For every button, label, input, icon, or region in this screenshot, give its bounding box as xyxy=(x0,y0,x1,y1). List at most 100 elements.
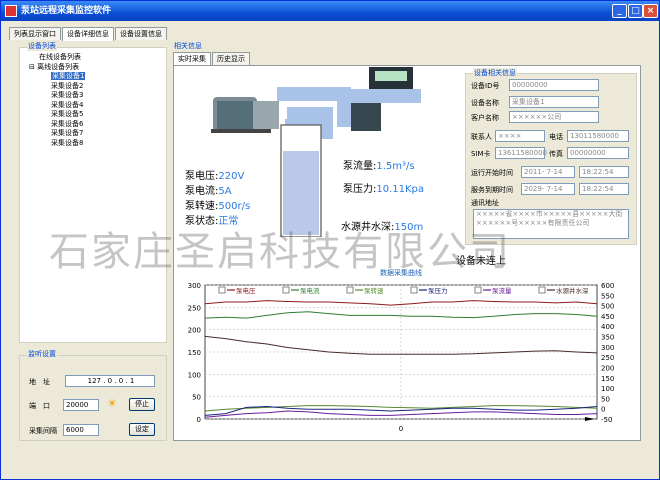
y-tick-right: 0 xyxy=(601,406,605,414)
tree-device-8[interactable]: 采集设备8 xyxy=(29,139,85,149)
tree-device-6[interactable]: 采集设备6 xyxy=(29,120,85,130)
flow-meter-display xyxy=(375,71,407,81)
sim-field[interactable]: 13611580000 xyxy=(495,147,547,159)
pipe-mid xyxy=(287,107,333,119)
sun-icon: ☀ xyxy=(107,397,117,410)
tree-device-4[interactable]: 采集设备4 xyxy=(29,101,85,111)
app-icon xyxy=(5,5,17,17)
y-tick-right: 450 xyxy=(601,313,614,321)
tree-online[interactable]: 在线设备列表 xyxy=(29,53,85,63)
legend-label: 泵转速 xyxy=(364,286,384,295)
tab-device-detail[interactable]: 设备详细信息 xyxy=(62,27,114,41)
current-label: 泵电流: xyxy=(185,186,219,197)
app-window: 泵站远程采集监控软件 _ □ × 列表显示窗口 设备详细信息 设备设置信息 设备… xyxy=(0,0,660,480)
y-tick-right: 50 xyxy=(601,395,610,403)
legend-checkbox xyxy=(218,286,226,294)
y-tick-right: -50 xyxy=(601,416,612,424)
y-tick-right: 500 xyxy=(601,303,614,311)
service-end-date[interactable]: 2029- 7-14 xyxy=(521,183,575,195)
minimize-icon[interactable]: _ xyxy=(612,4,627,18)
legend-checkbox xyxy=(474,286,482,294)
y-tick-right: 400 xyxy=(601,323,614,331)
contact-field[interactable]: ×××× xyxy=(495,130,545,142)
interval-label: 采集间隔 xyxy=(29,427,57,435)
tree-device-7[interactable]: 采集设备7 xyxy=(29,129,85,139)
main-tabs: 列表显示窗口 设备详细信息 设备设置信息 xyxy=(9,27,168,41)
service-end-time[interactable]: 18:22:54 xyxy=(579,183,629,195)
fax-label: 传真 xyxy=(549,150,563,158)
tree-offline[interactable]: 离线设备列表 xyxy=(37,63,79,71)
y-tick-left: 0 xyxy=(197,416,201,424)
device-info-label: 设备相关信息 xyxy=(473,68,517,78)
pump-base xyxy=(211,129,271,133)
voltage-label: 泵电压: xyxy=(185,171,219,182)
y-tick-left: 150 xyxy=(188,349,201,357)
fax-field[interactable]: 00000000 xyxy=(567,147,629,159)
contact-label: 联系人 xyxy=(471,133,492,141)
related-info-label: 相关信息 xyxy=(173,41,203,51)
tab-device-settings[interactable]: 设备设置信息 xyxy=(115,27,167,40)
client-name-field[interactable]: ××××××公司 xyxy=(509,111,599,123)
y-tick-right: 600 xyxy=(601,282,614,290)
run-start-time[interactable]: 18:22:54 xyxy=(579,166,629,178)
phone-field[interactable]: 13011580000 xyxy=(567,130,629,142)
y-tick-right: 150 xyxy=(601,375,614,383)
run-start-label: 运行开始时间 xyxy=(471,169,513,177)
device-name-label: 设备名称 xyxy=(471,99,499,107)
run-start-date[interactable]: 2011- 7-14 xyxy=(521,166,575,178)
y-tick-right: 550 xyxy=(601,292,614,300)
phone-label: 电话 xyxy=(549,133,563,141)
legend-checkbox xyxy=(346,286,354,294)
voltage-value: 220V xyxy=(218,171,245,182)
speed-label: 泵转速: xyxy=(185,201,219,212)
pump-motor-fins xyxy=(217,101,253,129)
flow-meter-body xyxy=(351,103,381,131)
current-value: 5A xyxy=(218,186,232,197)
y-tick-left: 50 xyxy=(192,394,201,402)
pump-housing xyxy=(253,101,279,129)
tree-device-5[interactable]: 采集设备5 xyxy=(29,110,85,120)
legend-label: 泵压力 xyxy=(428,286,448,295)
ip-address-input[interactable]: 127 . 0 . 0 . 1 xyxy=(65,375,155,387)
interval-input[interactable]: 6000 xyxy=(63,424,99,436)
device-id-field[interactable]: 00000000 xyxy=(509,79,599,91)
y-tick-right: 300 xyxy=(601,344,614,352)
tab-list-display[interactable]: 列表显示窗口 xyxy=(9,27,61,40)
port-input[interactable]: 20000 xyxy=(63,399,99,411)
set-button[interactable]: 设定 xyxy=(129,423,155,436)
tab-realtime[interactable]: 实时采集 xyxy=(173,52,211,66)
device-name-field[interactable]: 采集设备1 xyxy=(509,96,599,108)
y-tick-left: 100 xyxy=(188,371,201,379)
maximize-icon[interactable]: □ xyxy=(628,4,643,18)
speed-value: 500r/s xyxy=(218,201,251,212)
comm-address-label: 通讯地址 xyxy=(471,199,499,207)
address-label: 地 址 xyxy=(29,378,50,386)
close-icon[interactable]: × xyxy=(643,4,658,18)
y-tick-right: 350 xyxy=(601,334,614,342)
pressure-value: 10.11Kpa xyxy=(376,184,425,195)
client-name-label: 客户名称 xyxy=(471,114,499,122)
legend-checkbox xyxy=(282,286,290,294)
legend-label: 水源井水深 xyxy=(556,286,589,295)
y-tick-left: 250 xyxy=(188,304,201,312)
flow-value: 1.5m³/s xyxy=(376,161,415,172)
legend-checkbox xyxy=(410,286,418,294)
tree-device-2[interactable]: 采集设备2 xyxy=(29,82,85,92)
legend-label: 泵电流 xyxy=(300,286,320,295)
tree-device-1[interactable]: 采集设备1 xyxy=(51,72,86,80)
stop-button[interactable]: 停止 xyxy=(129,398,155,411)
y-tick-right: 100 xyxy=(601,385,614,393)
legend-label: 泵流量 xyxy=(492,286,512,295)
pipe-to-meter xyxy=(353,89,421,103)
y-tick-right: 250 xyxy=(601,354,614,362)
tree-device-3[interactable]: 采集设备3 xyxy=(29,91,85,101)
legend-checkbox xyxy=(538,286,546,294)
x-tick: 0 xyxy=(399,425,403,433)
tab-history[interactable]: 历史显示 xyxy=(212,52,250,65)
y-tick-left: 300 xyxy=(188,282,201,290)
device-id-label: 设备ID号 xyxy=(471,82,500,90)
tree-expand-icon[interactable]: ⊟ xyxy=(29,63,37,71)
window-title: 泵站远程采集监控软件 xyxy=(21,6,112,16)
sim-label: SIM卡 xyxy=(471,150,491,158)
port-label: 端 口 xyxy=(29,402,50,410)
